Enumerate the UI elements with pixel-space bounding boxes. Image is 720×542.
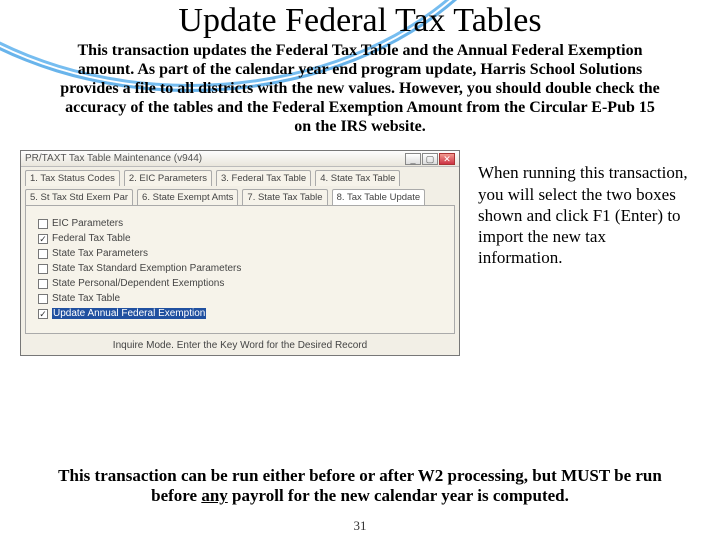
checkbox-row: State Tax Standard Exemption Parameters xyxy=(38,263,442,274)
tab-row-2: 5. St Tax Std Exem Par6. State Exempt Am… xyxy=(21,186,459,205)
checkbox-label: EIC Parameters xyxy=(52,218,123,229)
tab[interactable]: 7. State Tax Table xyxy=(242,189,327,205)
tab[interactable]: 5. St Tax Std Exem Par xyxy=(25,189,133,205)
content-row: PR/TAXT Tax Table Maintenance (v944) _ ▢… xyxy=(0,150,720,356)
status-line: Inquire Mode. Enter the Key Word for the… xyxy=(21,340,459,351)
checkbox[interactable] xyxy=(38,264,48,274)
checkbox-label: State Personal/Dependent Exemptions xyxy=(52,278,224,289)
page-number: 31 xyxy=(0,518,720,534)
intro-paragraph: This transaction updates the Federal Tax… xyxy=(60,42,660,136)
tab[interactable]: 3. Federal Tax Table xyxy=(216,170,311,186)
checkbox[interactable] xyxy=(38,309,48,319)
checkbox-row: Federal Tax Table xyxy=(38,233,442,244)
checkbox[interactable] xyxy=(38,234,48,244)
window-titlebar: PR/TAXT Tax Table Maintenance (v944) _ ▢… xyxy=(21,151,459,167)
checkbox-row: Update Annual Federal Exemption xyxy=(38,308,442,319)
closing-paragraph: This transaction can be run either befor… xyxy=(0,466,720,506)
tab-row-1: 1. Tax Status Codes2. EIC Parameters3. F… xyxy=(21,167,459,186)
close-icon[interactable]: ✕ xyxy=(439,153,455,165)
checkbox-label: Update Annual Federal Exemption xyxy=(52,308,206,319)
checkbox-label: Federal Tax Table xyxy=(52,233,131,244)
window-title: PR/TAXT Tax Table Maintenance (v944) xyxy=(25,153,405,164)
app-screenshot: PR/TAXT Tax Table Maintenance (v944) _ ▢… xyxy=(20,150,460,356)
tab-body: EIC Parameters Federal Tax Table State Tax… xyxy=(25,205,455,334)
checkbox-row: State Tax Parameters xyxy=(38,248,442,259)
side-paragraph: When running this transaction, you will … xyxy=(478,162,693,268)
tab[interactable]: 4. State Tax Table xyxy=(315,170,400,186)
checkbox[interactable] xyxy=(38,294,48,304)
checkbox-row: State Tax Table xyxy=(38,293,442,304)
checkbox[interactable] xyxy=(38,219,48,229)
tab[interactable]: 1. Tax Status Codes xyxy=(25,170,120,186)
window-buttons: _ ▢ ✕ xyxy=(405,153,455,165)
closing-tail: payroll for the new calendar year is com… xyxy=(228,486,569,505)
checkbox-label: State Tax Table xyxy=(52,293,120,304)
tab[interactable]: 6. State Exempt Amts xyxy=(137,189,238,205)
checkbox[interactable] xyxy=(38,279,48,289)
closing-underlined: any xyxy=(201,486,227,505)
tab[interactable]: 8. Tax Table Update xyxy=(332,189,426,205)
checkbox-label: State Tax Standard Exemption Parameters xyxy=(52,263,241,274)
tab[interactable]: 2. EIC Parameters xyxy=(124,170,212,186)
minimize-icon[interactable]: _ xyxy=(405,153,421,165)
page-title: Update Federal Tax Tables xyxy=(0,2,720,40)
maximize-icon[interactable]: ▢ xyxy=(422,153,438,165)
checkbox-label: State Tax Parameters xyxy=(52,248,148,259)
checkbox-row: EIC Parameters xyxy=(38,218,442,229)
checkbox[interactable] xyxy=(38,249,48,259)
checkbox-row: State Personal/Dependent Exemptions xyxy=(38,278,442,289)
